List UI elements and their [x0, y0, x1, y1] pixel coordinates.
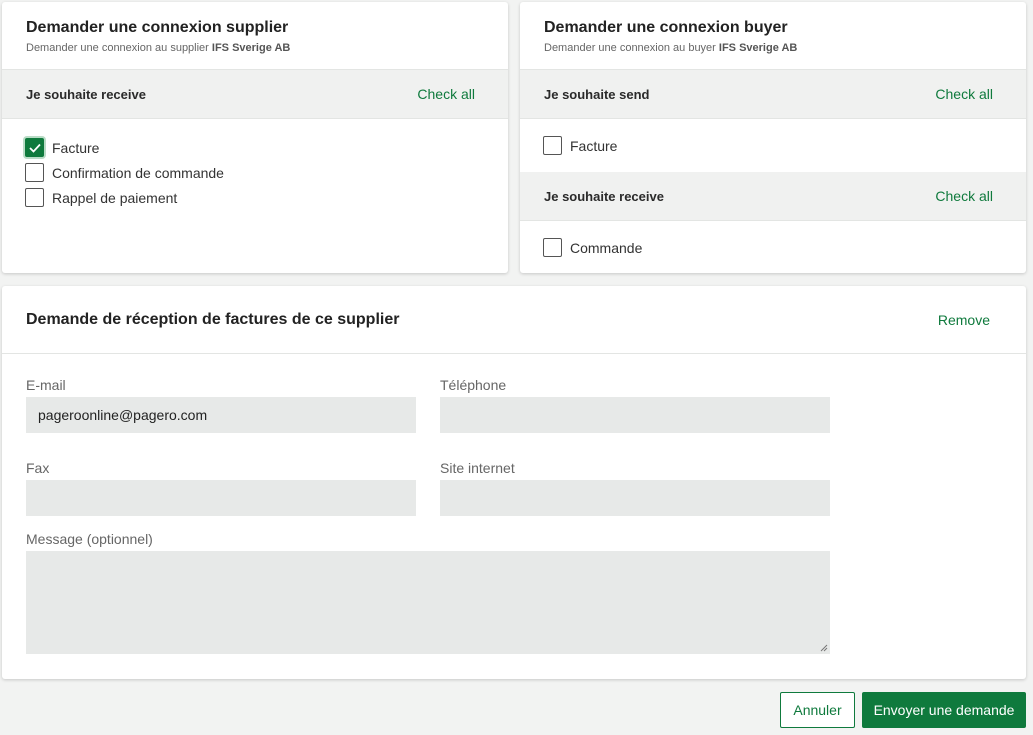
- buyer-card-title: Demander une connexion buyer: [544, 19, 788, 36]
- buyer-connection-card: Demander une connexion buyer Demander un…: [520, 2, 1026, 273]
- buyer-send-section: Je souhaite send Check all: [520, 70, 1026, 119]
- item-label: Commande: [570, 239, 643, 256]
- remove-link[interactable]: Remove: [938, 312, 990, 328]
- email-label: E-mail: [26, 377, 66, 393]
- buyer-receive-list: Commande: [520, 221, 1026, 273]
- email-field[interactable]: [26, 397, 416, 433]
- phone-field[interactable]: [440, 397, 830, 433]
- buyer-send-list: Facture: [520, 119, 1026, 172]
- fax-label: Fax: [26, 460, 50, 476]
- supplier-card-subtitle: Demander une connexion au supplier IFS S…: [26, 41, 484, 55]
- supplier-card-header: Demander une connexion supplier Demander…: [2, 2, 508, 70]
- buyer-send-label: Je souhaite send: [544, 86, 650, 102]
- supplier-receive-label: Je souhaite receive: [26, 86, 146, 102]
- message-textarea[interactable]: [26, 551, 830, 654]
- buyer-send-item-facture[interactable]: Facture: [543, 133, 617, 158]
- supplier-document-list: Facture Confirmation de commande Rappel …: [2, 119, 508, 210]
- buyer-receive-item-commande[interactable]: Commande: [543, 235, 642, 260]
- buyer-receive-label: Je souhaite receive: [544, 188, 664, 204]
- checkbox-facture[interactable]: [25, 138, 44, 157]
- item-label: Confirmation de commande: [52, 164, 224, 181]
- supplier-item-confirmation[interactable]: Confirmation de commande: [25, 160, 484, 185]
- checkbox-confirmation[interactable]: [25, 163, 44, 182]
- website-label: Site internet: [440, 460, 515, 476]
- phone-label: Téléphone: [440, 377, 507, 393]
- request-card-header: Demande de réception de factures de ce s…: [2, 286, 1026, 354]
- buyer-receive-check-all-link[interactable]: Check all: [935, 188, 993, 204]
- fax-field[interactable]: [26, 480, 416, 516]
- website-field[interactable]: [440, 480, 830, 516]
- buyer-send-check-all-link[interactable]: Check all: [935, 86, 993, 102]
- check-icon: [28, 143, 41, 153]
- item-label: Rappel de paiement: [52, 189, 178, 206]
- supplier-check-all-link[interactable]: Check all: [417, 86, 475, 102]
- buyer-subtitle-text: Demander une connexion au buyer: [544, 42, 719, 54]
- buyer-receive-section: Je souhaite receive Check all: [520, 172, 1026, 221]
- supplier-connection-card: Demander une connexion supplier Demander…: [2, 2, 508, 273]
- resize-grip-icon[interactable]: [820, 644, 828, 652]
- item-label: Facture: [570, 137, 618, 154]
- supplier-receive-section: Je souhaite receive Check all: [2, 70, 508, 119]
- supplier-card-title: Demander une connexion supplier: [26, 19, 289, 36]
- supplier-item-facture[interactable]: Facture: [25, 135, 484, 160]
- supplier-subtitle-text: Demander une connexion au supplier: [26, 42, 212, 54]
- checkbox-receive-commande[interactable]: [543, 238, 562, 257]
- buyer-card-subtitle: Demander une connexion au buyer IFS Sver…: [544, 41, 1002, 55]
- buyer-card-header: Demander une connexion buyer Demander un…: [520, 2, 1026, 70]
- supplier-company-name: IFS Sverige AB: [211, 42, 291, 54]
- cancel-button[interactable]: Annuler: [780, 692, 855, 728]
- checkbox-rappel[interactable]: [25, 188, 44, 207]
- send-request-button[interactable]: Envoyer une demande: [862, 692, 1026, 728]
- invoice-request-card: Demande de réception de factures de ce s…: [2, 286, 1026, 679]
- checkbox-send-facture[interactable]: [543, 136, 562, 155]
- item-label: Facture: [52, 139, 100, 156]
- buyer-company-name: IFS Sverige AB: [718, 42, 798, 54]
- request-card-title: Demande de réception de factures de ce s…: [26, 310, 400, 328]
- supplier-item-rappel[interactable]: Rappel de paiement: [25, 185, 484, 210]
- message-label: Message (optionnel): [26, 531, 153, 547]
